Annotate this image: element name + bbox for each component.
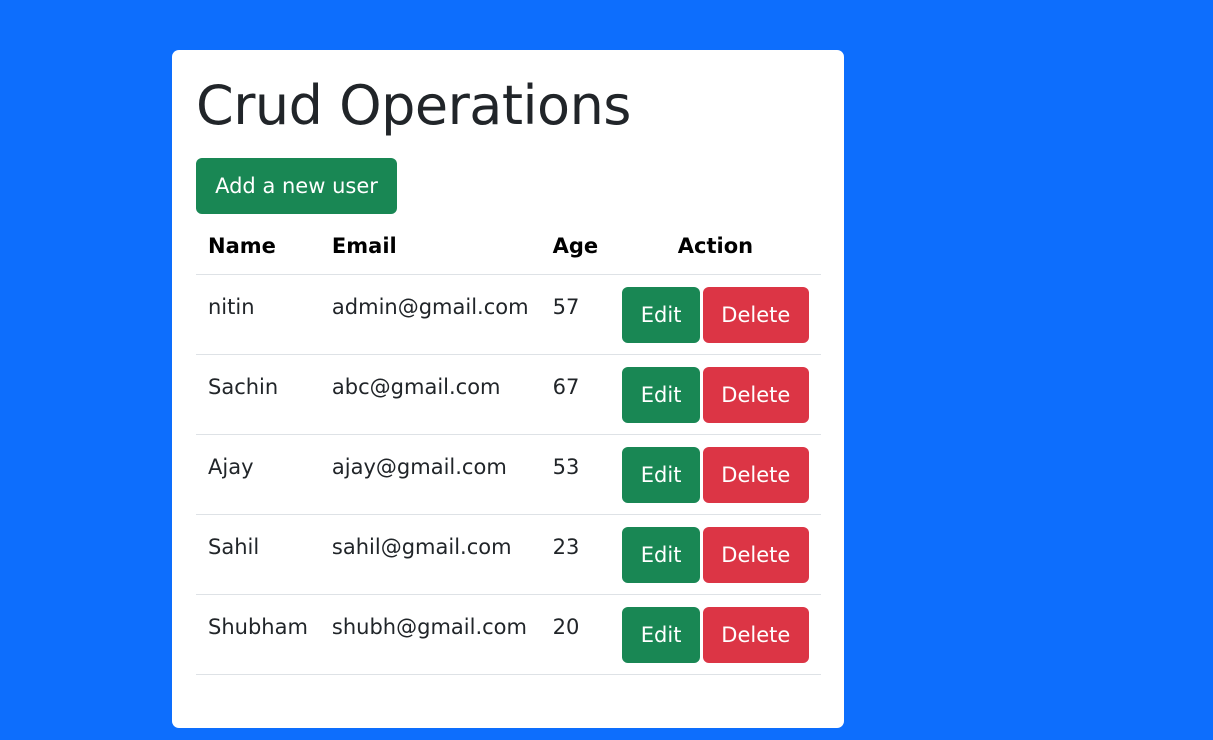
user-name: Sachin <box>196 354 320 435</box>
user-age: 53 <box>540 434 611 515</box>
header-action: Action <box>610 218 821 275</box>
table-row: Sachin abc@gmail.com 67 Edit Delete <box>196 354 821 435</box>
user-age: 67 <box>540 354 611 435</box>
user-actions: Edit Delete <box>610 514 821 595</box>
edit-button[interactable]: Edit <box>622 607 701 663</box>
user-email: ajay@gmail.com <box>319 434 541 515</box>
crud-card: Crud Operations Add a new user Name Emai… <box>172 50 844 728</box>
delete-button[interactable]: Delete <box>702 287 809 343</box>
table-body: nitin admin@gmail.com 57 Edit Delete Sac… <box>196 274 821 675</box>
user-email: shubh@gmail.com <box>319 594 541 675</box>
user-actions: Edit Delete <box>610 274 821 355</box>
user-name: Sahil <box>196 514 320 595</box>
user-email: admin@gmail.com <box>319 274 541 355</box>
edit-button[interactable]: Edit <box>622 287 701 343</box>
header-name: Name <box>196 218 320 275</box>
user-email: sahil@gmail.com <box>319 514 541 595</box>
header-row: Name Email Age Action <box>196 218 821 275</box>
table-header: Name Email Age Action <box>196 218 821 275</box>
header-age: Age <box>540 218 611 275</box>
user-actions: Edit Delete <box>610 354 821 435</box>
delete-button[interactable]: Delete <box>702 447 809 503</box>
user-email: abc@gmail.com <box>319 354 541 435</box>
add-user-button[interactable]: Add a new user <box>196 158 397 214</box>
user-age: 20 <box>540 594 611 675</box>
user-age: 23 <box>540 514 611 595</box>
delete-button[interactable]: Delete <box>702 527 809 583</box>
table-row: Shubham shubh@gmail.com 20 Edit Delete <box>196 594 821 675</box>
header-email: Email <box>319 218 541 275</box>
table-row: Sahil sahil@gmail.com 23 Edit Delete <box>196 514 821 595</box>
user-name: Ajay <box>196 434 320 515</box>
user-age: 57 <box>540 274 611 355</box>
users-table: Name Email Age Action nitin admin@gmail.… <box>196 218 821 675</box>
edit-button[interactable]: Edit <box>622 447 701 503</box>
delete-button[interactable]: Delete <box>702 607 809 663</box>
table-row: Ajay ajay@gmail.com 53 Edit Delete <box>196 434 821 515</box>
user-name: nitin <box>196 274 320 355</box>
edit-button[interactable]: Edit <box>622 367 701 423</box>
delete-button[interactable]: Delete <box>702 367 809 423</box>
edit-button[interactable]: Edit <box>622 527 701 583</box>
user-actions: Edit Delete <box>610 594 821 675</box>
user-name: Shubham <box>196 594 320 675</box>
user-actions: Edit Delete <box>610 434 821 515</box>
table-row: nitin admin@gmail.com 57 Edit Delete <box>196 274 821 355</box>
page-title: Crud Operations <box>196 74 631 137</box>
